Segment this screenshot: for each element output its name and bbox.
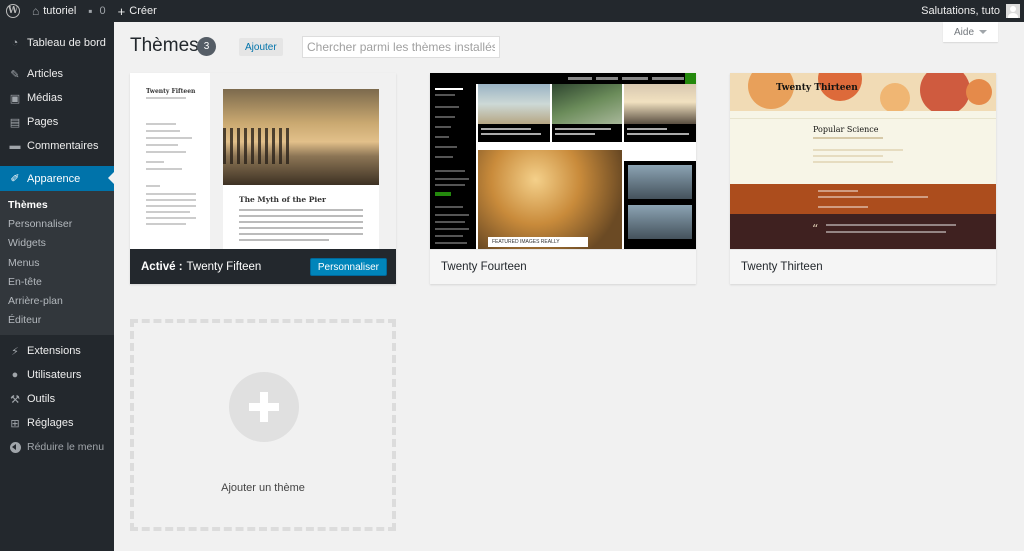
brush-icon: ✐ — [10, 173, 20, 185]
comments-icon: ▬ — [9, 140, 21, 152]
theme-screenshot[interactable]: Twenty Fifteen The Myth of the Pier — [130, 73, 396, 249]
theme-name: Twenty Fifteen — [186, 260, 262, 273]
users-icon: ● — [11, 369, 19, 382]
settings-icon: ⊞ — [10, 417, 20, 430]
sidebar-item-pages[interactable]: ▤ Pages — [0, 110, 114, 134]
sidebar-item-appearance[interactable]: ✐ Apparence — [0, 166, 114, 191]
sidebar-item-media[interactable]: ▣ Médias — [0, 86, 114, 110]
theme-name-bar: Twenty Fourteen — [430, 249, 696, 284]
site-name-link[interactable]: ⌂ tutoriel — [26, 0, 82, 22]
sidebar-item-comments[interactable]: ▬ Commentaires — [0, 134, 114, 158]
submenu-item-menus[interactable]: Menus — [0, 253, 114, 272]
preview-featured-label: FEATURED IMAGES REALLY — [488, 237, 588, 247]
comments-link[interactable]: ▪ 0 — [82, 0, 111, 22]
theme-count-badge: 3 — [197, 37, 216, 56]
add-new-theme-card[interactable]: Ajouter un thème — [130, 319, 396, 531]
tools-icon: ⚒ — [10, 393, 20, 406]
sidebar-item-settings[interactable]: ⊞ Réglages — [0, 411, 114, 435]
main-content: Thèmes 3 Ajouter Aide Twenty Fifteen — [114, 22, 1024, 551]
preview-post-title: Popular Science — [813, 125, 879, 134]
theme-card-twenty-fourteen[interactable]: FEATURED IMAGES REALLY Twenty Fourteen — [430, 73, 696, 284]
theme-name-bar: Twenty Thirteen — [730, 249, 996, 284]
admin-bar: W ⌂ tutoriel ▪ 0 + Créer Salutations, tu… — [0, 0, 1024, 22]
plus-icon: + — [117, 3, 126, 19]
comment-bubble-icon: ▪ — [88, 4, 93, 18]
pin-icon: ✎ — [10, 68, 20, 81]
preview-site-title: Twenty Thirteen — [776, 83, 858, 93]
new-content-label: Créer — [129, 5, 157, 17]
preview-site-title: Twenty Fifteen — [146, 88, 196, 95]
preview-featured-image: FEATURED IMAGES REALLY — [478, 150, 622, 249]
dashboard-icon: ◔ — [11, 37, 19, 49]
collapse-menu-button[interactable]: Réduire le menu — [0, 435, 114, 459]
preview-search-icon — [685, 73, 696, 84]
avatar — [1006, 4, 1020, 18]
theme-screenshot[interactable]: FEATURED IMAGES REALLY — [430, 73, 696, 249]
theme-card-twenty-fifteen[interactable]: Twenty Fifteen The Myth of the Pier Acti… — [130, 73, 396, 284]
collapse-arrow-icon — [9, 441, 21, 453]
page-title: Thèmes — [130, 35, 199, 56]
add-theme-button[interactable]: Ajouter — [239, 38, 283, 56]
sidebar-item-extensions[interactable]: ⚡ Extensions — [0, 339, 114, 363]
plugin-icon: ⚡ — [11, 345, 19, 358]
theme-card-twenty-thirteen[interactable]: Twenty Thirteen Popular Science “ Twenty… — [730, 73, 996, 284]
sidebar-item-dashboard[interactable]: ◔ Tableau de bord — [0, 30, 114, 56]
admin-sidebar: ◔ Tableau de bord ✎ Articles ▣ Médias ▤ … — [0, 22, 114, 551]
theme-name: Twenty Thirteen — [741, 261, 823, 273]
preview-post-title: The Myth of the Pier — [239, 195, 326, 204]
site-name: tutoriel — [43, 5, 77, 17]
theme-name-bar: Activé : Twenty Fifteen Personnaliser — [130, 249, 396, 284]
wordpress-logo-icon: W — [6, 4, 20, 18]
submenu-item-editor[interactable]: Éditeur — [0, 311, 114, 330]
submenu-item-customize[interactable]: Personnaliser — [0, 214, 114, 233]
new-content-link[interactable]: + Créer — [112, 0, 163, 22]
media-icon: ▣ — [9, 92, 21, 105]
comments-count: 0 — [99, 5, 106, 17]
theme-name: Twenty Fourteen — [441, 261, 527, 273]
sidebar-item-tools[interactable]: ⚒ Outils — [0, 387, 114, 411]
sidebar-item-articles[interactable]: ✎ Articles — [0, 62, 114, 86]
theme-search-input[interactable] — [302, 36, 500, 58]
submenu-item-header[interactable]: En-tête — [0, 272, 114, 291]
appearance-submenu: Thèmes Personnaliser Widgets Menus En-tê… — [0, 191, 114, 336]
theme-screenshot[interactable]: Twenty Thirteen Popular Science “ — [730, 73, 996, 249]
add-new-theme-label: Ajouter un thème — [221, 482, 305, 494]
chevron-down-icon — [979, 30, 987, 34]
greeting: Salutations, tuto — [921, 5, 1000, 17]
help-tab-button[interactable]: Aide — [943, 22, 998, 42]
scrollbar-track[interactable] — [1010, 22, 1024, 551]
wordpress-logo[interactable]: W — [0, 0, 26, 22]
submenu-item-background[interactable]: Arrière-plan — [0, 291, 114, 310]
home-icon: ⌂ — [32, 4, 40, 18]
customize-button[interactable]: Personnaliser — [309, 258, 387, 276]
sidebar-item-users[interactable]: ● Utilisateurs — [0, 363, 114, 387]
my-account[interactable]: Salutations, tuto — [921, 4, 1024, 18]
active-label: Activé : — [141, 260, 183, 273]
preview-quote-icon: “ — [812, 222, 819, 236]
submenu-item-themes[interactable]: Thèmes — [0, 195, 114, 214]
submenu-item-widgets[interactable]: Widgets — [0, 234, 114, 253]
pages-icon: ▤ — [9, 116, 21, 129]
